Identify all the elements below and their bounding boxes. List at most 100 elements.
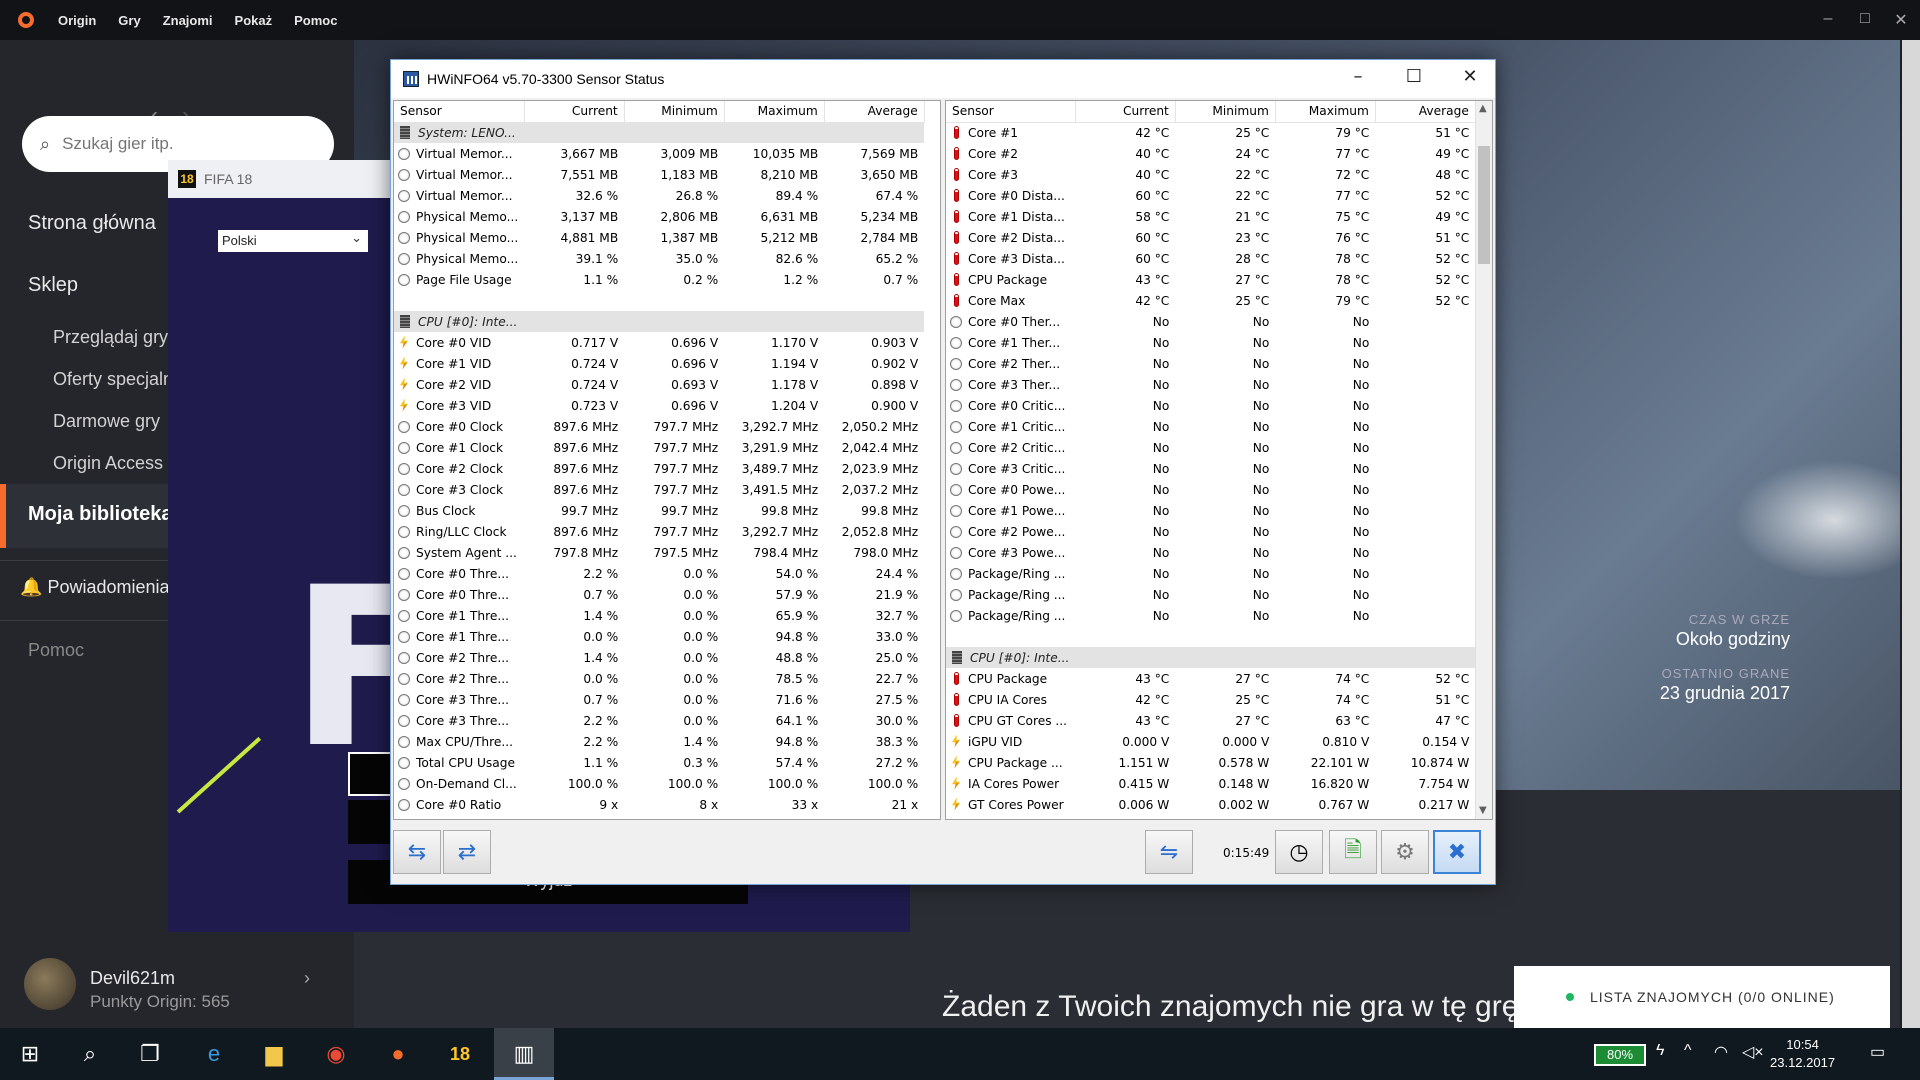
nav-browse-games[interactable]: Przeglądaj gry xyxy=(53,327,168,348)
maximize-icon[interactable]: ☐ xyxy=(1399,66,1429,87)
sensor-group-row[interactable]: System: LENO... xyxy=(394,122,925,143)
network-icon[interactable]: ⇋ xyxy=(1145,830,1193,874)
sensor-row[interactable]: On-Demand Cl... 100.0 % 100.0 % 100.0 % 100.… xyxy=(394,773,924,794)
sensor-row[interactable]: IA Cores Power 0.415 W 0.148 W 16.820 W 7.75… xyxy=(946,773,1475,794)
sensor-row[interactable]: Page File Usage 1.1 % 0.2 % 1.2 % 0.7 % xyxy=(394,269,924,290)
sensor-row[interactable]: Core #0 Clock 897.6 MHz 797.7 MHz 3,292.7 M… xyxy=(394,416,924,437)
sensor-row[interactable]: Core #0 Thre... 2.2 % 0.0 % 54.0 % 24.4 % xyxy=(394,563,924,584)
origin-scrollbar[interactable] xyxy=(1902,40,1920,1028)
sensor-row[interactable]: Package/Ring ... No No No xyxy=(946,584,1475,605)
sensor-row[interactable]: Core #2 Ther... No No No xyxy=(946,353,1475,374)
nav-store[interactable]: Sklep xyxy=(28,274,78,297)
sensor-row[interactable]: Core #2 40 °C 24 °C 77 °C 49 °C xyxy=(946,143,1475,164)
sensor-row[interactable]: Core #1 Powe... No No No xyxy=(946,500,1475,521)
menu-help[interactable]: Pomoc xyxy=(294,13,337,28)
close-sensors-icon[interactable]: ✖ xyxy=(1433,830,1481,874)
sensor-row[interactable]: Core #3 Thre... 0.7 % 0.0 % 71.6 % 27.5 % xyxy=(394,689,924,710)
sensor-row[interactable]: Core #1 Ther... No No No xyxy=(946,332,1475,353)
maximize-icon[interactable]: □ xyxy=(1855,10,1875,28)
minimize-icon[interactable]: – xyxy=(1818,10,1838,28)
close-icon[interactable]: ✕ xyxy=(1455,66,1485,87)
sensor-row[interactable]: Package/Ring ... No No No xyxy=(946,563,1475,584)
search-input[interactable] xyxy=(62,134,303,154)
close-icon[interactable]: ✕ xyxy=(1891,10,1911,30)
search-icon[interactable]: ⌕ xyxy=(74,1038,106,1070)
sensor-row[interactable]: GT Cores Power 0.006 W 0.002 W 0.767 W 0.217… xyxy=(946,794,1475,815)
nav-free-games[interactable]: Darmowe gry xyxy=(53,411,160,432)
sensor-row[interactable]: Core #3 Critic... No No No xyxy=(946,458,1475,479)
sensor-row[interactable]: Physical Memo... 3,137 MB 2,806 MB 6,631 MB… xyxy=(394,206,924,227)
sensor-row[interactable]: CPU Package ... 1.151 W 0.578 W 22.101 W 10.… xyxy=(946,752,1475,773)
nav-home[interactable]: Strona główna xyxy=(28,212,156,235)
collapse-columns-icon[interactable]: ⇄ xyxy=(443,830,491,874)
nav-notifications[interactable]: 🔔 Powiadomienia xyxy=(20,577,170,598)
sensor-row[interactable]: Core #2 VID 0.724 V 0.693 V 1.178 V 0.898 V xyxy=(394,374,924,395)
sensor-row[interactable]: Core #0 Dista... 60 °C 22 °C 77 °C 52 °C xyxy=(946,185,1475,206)
sensor-row[interactable]: Core #0 Critic... No No No xyxy=(946,395,1475,416)
volume-muted-icon[interactable]: ◁× xyxy=(1742,1042,1764,1062)
sensor-row[interactable]: Core #2 Thre... 1.4 % 0.0 % 48.8 % 25.0 % xyxy=(394,647,924,668)
sensor-row[interactable]: Core Max 42 °C 25 °C 79 °C 52 °C xyxy=(946,290,1475,311)
reset-clock-icon[interactable]: ◷ xyxy=(1275,830,1323,874)
sensor-row[interactable]: Total CPU Usage 1.1 % 0.3 % 57.4 % 27.2 % xyxy=(394,752,924,773)
fifa18-icon[interactable]: 18 xyxy=(444,1038,476,1070)
origin-icon[interactable]: ● xyxy=(382,1038,414,1070)
hwinfo-icon[interactable]: ▥ xyxy=(508,1038,540,1070)
sensor-row[interactable]: Core #0 Ratio 9 x 8 x 33 x 21 x xyxy=(394,794,924,815)
origin-logo-icon[interactable] xyxy=(18,12,34,28)
sensor-row[interactable]: Core #3 Thre... 2.2 % 0.0 % 64.1 % 30.0 % xyxy=(394,710,924,731)
sensor-row[interactable]: CPU Package 43 °C 27 °C 74 °C 52 °C xyxy=(946,668,1475,689)
menu-view[interactable]: Pokaż xyxy=(235,13,273,28)
action-center-icon[interactable]: ▭ xyxy=(1870,1042,1885,1062)
sensor-row[interactable]: Virtual Memor... 3,667 MB 3,009 MB 10,035 M… xyxy=(394,143,924,164)
sensor-row[interactable]: Virtual Memor... 7,551 MB 1,183 MB 8,210 MB… xyxy=(394,164,924,185)
sensor-row[interactable]: Core #2 Thre... 0.0 % 0.0 % 78.5 % 22.7 % xyxy=(394,668,924,689)
task-view-icon[interactable]: ❐ xyxy=(134,1038,166,1070)
sensor-row[interactable]: Core #2 Powe... No No No xyxy=(946,521,1475,542)
language-select[interactable]: Polski xyxy=(218,227,368,252)
sensor-row[interactable]: System Agent ... 797.8 MHz 797.5 MHz 798.4 … xyxy=(394,542,924,563)
sensor-row[interactable]: Core #1 Critic... No No No xyxy=(946,416,1475,437)
sensor-row[interactable]: Max CPU/Thre... 2.2 % 1.4 % 94.8 % 38.3 % xyxy=(394,731,924,752)
chrome-icon[interactable]: ◉ xyxy=(320,1038,352,1070)
wifi-icon[interactable]: ◠ xyxy=(1714,1042,1728,1062)
system-clock[interactable]: 10:54 23.12.2017 xyxy=(1770,1036,1835,1072)
sensor-row[interactable]: Core #3 Dista... 60 °C 28 °C 78 °C 52 °C xyxy=(946,248,1475,269)
friends-list-panel[interactable]: LISTA ZNAJOMYCH (0/0 ONLINE) xyxy=(1514,966,1890,1028)
show-hidden-icons-icon[interactable]: ^ xyxy=(1684,1042,1692,1060)
sensor-row[interactable]: Core #3 Ther... No No No xyxy=(946,374,1475,395)
sensor-group-row[interactable]: CPU [#0]: Inte... xyxy=(946,647,1476,668)
sensor-row[interactable]: CPU IA Cores 42 °C 25 °C 74 °C 51 °C xyxy=(946,689,1475,710)
menu-friends[interactable]: Znajomi xyxy=(163,13,213,28)
sensor-row[interactable]: Core #3 Clock 897.6 MHz 797.7 MHz 3,491.5 M… xyxy=(394,479,924,500)
edge-icon[interactable]: e xyxy=(198,1038,230,1070)
sensor-row[interactable]: Physical Memo... 4,881 MB 1,387 MB 5,212 MB… xyxy=(394,227,924,248)
sensor-row[interactable]: iGPU VID 0.000 V 0.000 V 0.810 V 0.154 V xyxy=(946,731,1475,752)
sensor-row[interactable]: Bus Clock 99.7 MHz 99.7 MHz 99.8 MHz 99.8 MH… xyxy=(394,500,924,521)
col-current[interactable]: Current xyxy=(1075,101,1176,123)
sensor-row[interactable]: Core #3 VID 0.723 V 0.696 V 1.204 V 0.900 V xyxy=(394,395,924,416)
expand-columns-icon[interactable]: ⇆ xyxy=(393,830,441,874)
sensor-row[interactable]: Core #0 Powe... No No No xyxy=(946,479,1475,500)
sensor-row[interactable]: Core #2 Clock 897.6 MHz 797.7 MHz 3,489.7 M… xyxy=(394,458,924,479)
col-sensor[interactable]: Sensor xyxy=(394,101,525,123)
sensor-row[interactable]: Core #3 Powe... No No No xyxy=(946,542,1475,563)
col-maximum[interactable]: Maximum xyxy=(724,101,825,123)
nav-origin-access[interactable]: Origin Access xyxy=(53,453,163,474)
scroll-down-icon[interactable]: ▼ xyxy=(1479,805,1487,816)
menu-origin[interactable]: Origin xyxy=(58,13,96,28)
sensor-row[interactable]: Core #1 Clock 897.6 MHz 797.7 MHz 3,291.9 M… xyxy=(394,437,924,458)
sensor-row[interactable]: Core #2 Dista... 60 °C 23 °C 76 °C 51 °C xyxy=(946,227,1475,248)
sensor-row[interactable]: Core #0 Thre... 0.7 % 0.0 % 57.9 % 21.9 % xyxy=(394,584,924,605)
menu-games[interactable]: Gry xyxy=(118,13,140,28)
col-sensor[interactable]: Sensor xyxy=(946,101,1076,123)
scroll-up-icon[interactable]: ▲ xyxy=(1479,103,1487,114)
log-file-icon[interactable]: 🗎 xyxy=(1329,830,1377,874)
col-minimum[interactable]: Minimum xyxy=(624,101,725,123)
col-average[interactable]: Average xyxy=(824,101,925,123)
sensor-row[interactable]: Core #1 Thre... 1.4 % 0.0 % 65.9 % 32.7 % xyxy=(394,605,924,626)
col-current[interactable]: Current xyxy=(524,101,625,123)
sensor-row[interactable]: Core #1 Thre... 0.0 % 0.0 % 94.8 % 33.0 % xyxy=(394,626,924,647)
power-icon[interactable]: ϟ xyxy=(1656,1042,1664,1060)
sensor-row[interactable]: Core #2 Critic... No No No xyxy=(946,437,1475,458)
